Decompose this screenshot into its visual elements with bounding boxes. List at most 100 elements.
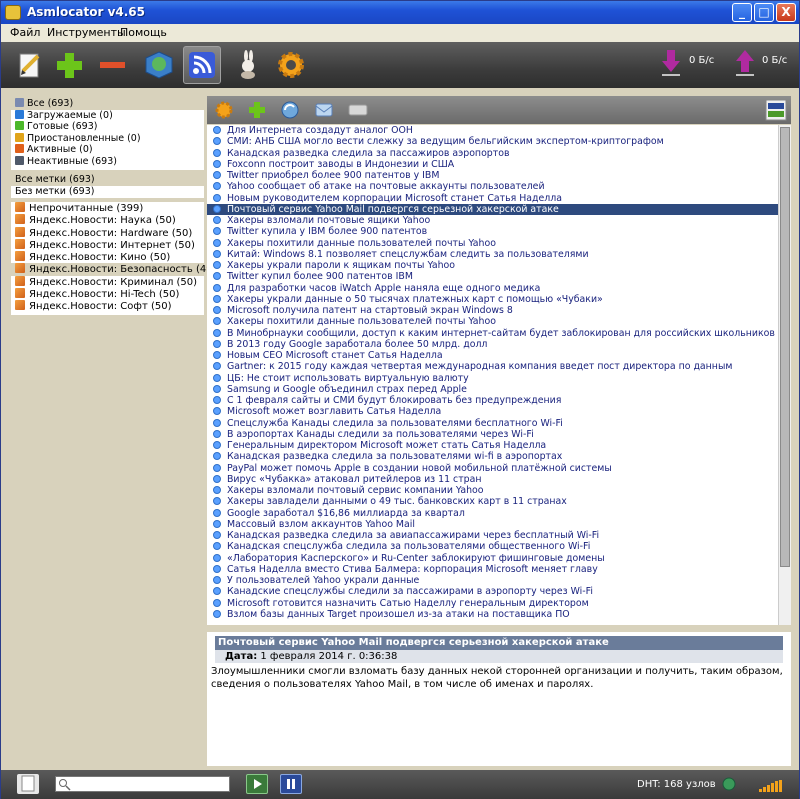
rss-button[interactable] bbox=[183, 46, 221, 84]
feed-bullet-icon bbox=[213, 497, 221, 506]
news-item[interactable]: Twitter купила у IBM более 900 патентов bbox=[207, 226, 791, 237]
update-button[interactable] bbox=[277, 99, 303, 121]
news-item[interactable]: В 2013 году Google заработала более 50 м… bbox=[207, 339, 791, 350]
news-item[interactable]: Хакеры похитили данные пользователей поч… bbox=[207, 316, 791, 327]
feed-item[interactable]: Яндекс.Новости: Софт (50) bbox=[11, 300, 204, 312]
menu-help[interactable]: Помощь bbox=[120, 26, 167, 39]
news-item[interactable]: Сатья Наделла вместо Стива Балмера: корп… bbox=[207, 564, 791, 575]
news-item-title: Для Интернета создадут аналог ООН bbox=[227, 125, 413, 136]
news-item[interactable]: Канадская разведка следила за пользовате… bbox=[207, 451, 791, 462]
news-item[interactable]: Генеральным директором Microsoft может с… bbox=[207, 440, 791, 451]
feed-item[interactable]: Яндекс.Новости: Кино (50) bbox=[11, 251, 204, 263]
refresh-feed-button[interactable] bbox=[211, 99, 237, 121]
feed-item[interactable]: Яндекс.Новости: Криминал (50) bbox=[11, 275, 204, 288]
news-item[interactable]: Microsoft может возглавить Сатья Наделла bbox=[207, 406, 791, 417]
mark-read-button[interactable] bbox=[311, 99, 337, 121]
settings-button[interactable] bbox=[272, 46, 310, 84]
tag-none[interactable]: Без метки (693) bbox=[11, 186, 204, 198]
news-item[interactable]: Спецслужба Канады следила за пользовател… bbox=[207, 418, 791, 429]
news-item[interactable]: Microsoft получила патент на стартовый э… bbox=[207, 305, 791, 316]
news-item[interactable]: Хакеры взломали почтовые ящики Yahoo bbox=[207, 215, 791, 226]
article-preview: Почтовый сервис Yahoo Mail подвергся сер… bbox=[207, 632, 791, 766]
filter-all[interactable]: Все (693) bbox=[11, 98, 204, 110]
play-button[interactable] bbox=[246, 774, 268, 794]
feed-bullet-icon bbox=[213, 418, 221, 427]
news-item[interactable]: С 1 февраля сайты и СМИ будут блокироват… bbox=[207, 395, 791, 406]
news-item[interactable]: Twitter купил более 900 патентов IBM bbox=[207, 271, 791, 282]
scrollbar-thumb[interactable] bbox=[780, 127, 790, 567]
add-feed-button[interactable] bbox=[244, 99, 270, 121]
news-item[interactable]: Microsoft готовится назначить Сатью Наде… bbox=[207, 598, 791, 609]
news-item[interactable]: Yahoo сообщает об атаке на почтовые акка… bbox=[207, 181, 791, 192]
news-item[interactable]: Хакеры похитили данные пользователей поч… bbox=[207, 238, 791, 249]
menu-file[interactable]: Файл bbox=[10, 26, 40, 39]
filter-inactive[interactable]: Неактивные (693) bbox=[11, 155, 204, 168]
feed-item[interactable]: Яндекс.Новости: Интернет (50) bbox=[11, 238, 204, 251]
news-item[interactable]: ЦБ: Не стоит использовать виртуальную ва… bbox=[207, 373, 791, 384]
news-item[interactable]: Массовый взлом аккаунтов Yahoo Mail bbox=[207, 519, 791, 530]
news-item[interactable]: У пользователей Yahoo украли данные bbox=[207, 575, 791, 586]
filter-ready[interactable]: Готовые (693) bbox=[11, 121, 204, 133]
feed-bullet-icon bbox=[213, 452, 221, 461]
feed-unread[interactable]: Непрочитанные (399) bbox=[11, 202, 204, 214]
title-bar[interactable]: Asmlocator v4.65 _ □ X bbox=[1, 1, 799, 24]
filter-active[interactable]: Активные (0) bbox=[11, 144, 204, 156]
news-item[interactable]: В аэропортах Канады следили за пользоват… bbox=[207, 429, 791, 440]
news-item[interactable]: Хакеры взломали почтовый сервис компании… bbox=[207, 485, 791, 496]
news-item[interactable]: Вирус «Чубакка» атаковал ритейлеров из 1… bbox=[207, 474, 791, 485]
feed-item[interactable]: Яндекс.Новости: Hardware (50) bbox=[11, 226, 204, 239]
feed-item[interactable]: Яндекс.Новости: Hi-Tech (50) bbox=[11, 288, 204, 300]
blank-button[interactable] bbox=[345, 99, 371, 121]
rss-now-button[interactable] bbox=[763, 99, 789, 121]
news-item[interactable]: Gartner: к 2015 году каждая четвертая ме… bbox=[207, 361, 791, 372]
filter-paused[interactable]: Приостановленные (0) bbox=[11, 132, 204, 145]
news-list-scrollbar[interactable] bbox=[778, 125, 791, 625]
app-window: Asmlocator v4.65 _ □ X Файл Инструменты … bbox=[0, 0, 800, 799]
feed-item-selected[interactable]: Яндекс.Новости: Безопасность (49) bbox=[11, 263, 216, 276]
play-icon bbox=[254, 779, 262, 789]
feed-bullet-icon bbox=[213, 396, 221, 404]
minimize-button[interactable]: _ bbox=[732, 3, 752, 22]
news-item[interactable]: Для Интернета создадут аналог ООН bbox=[207, 125, 791, 136]
news-item[interactable]: Google заработал $16,86 миллиарда за ква… bbox=[207, 508, 791, 519]
news-item[interactable]: Новым CEO Microsoft станет Сатья Наделла bbox=[207, 350, 791, 361]
pause-button[interactable] bbox=[280, 774, 302, 794]
news-item[interactable]: Канадская разведка следила за пассажиров… bbox=[207, 148, 791, 159]
article-title[interactable]: Почтовый сервис Yahoo Mail подвергся сер… bbox=[215, 636, 783, 650]
news-item[interactable]: «Лаборатория Касперского» и Ru-Center за… bbox=[207, 553, 791, 564]
news-item[interactable]: Китай: Windows 8.1 позволяет спецслужбам… bbox=[207, 249, 791, 260]
maximize-button[interactable]: □ bbox=[754, 3, 774, 22]
news-item[interactable]: Хакеры завладели данными о 49 тыс. банко… bbox=[207, 496, 791, 507]
feed-item[interactable]: Яндекс.Новости: Наука (50) bbox=[11, 214, 204, 226]
feed-bullet-icon bbox=[213, 283, 221, 292]
mascot-button[interactable] bbox=[229, 46, 267, 84]
add-button[interactable] bbox=[50, 46, 88, 84]
edit-button[interactable] bbox=[10, 46, 48, 84]
news-item[interactable]: Samsung и Google объединил страх перед A… bbox=[207, 384, 791, 395]
news-item[interactable]: Foxconn построит заводы в Индонезии и СШ… bbox=[207, 159, 791, 170]
filter-downloading[interactable]: Загружаемые (0) bbox=[11, 109, 204, 122]
news-item[interactable]: Канадская спецслужба следила за пользова… bbox=[207, 541, 791, 552]
news-item[interactable]: Хакеры украли пароли к ящикам почты Yaho… bbox=[207, 260, 791, 271]
minus-icon bbox=[100, 62, 125, 68]
news-item[interactable]: Хакеры украли данные о 50 тысячах платеж… bbox=[207, 294, 791, 305]
news-item[interactable]: Twitter приобрел более 900 патентов у IB… bbox=[207, 170, 791, 181]
news-item-title: ЦБ: Не стоит использовать виртуальную ва… bbox=[227, 372, 469, 384]
news-item-title: Хакеры украли данные о 50 тысячах платеж… bbox=[227, 293, 603, 305]
news-item[interactable]: СМИ: АНБ США могло вести слежку за ведущ… bbox=[207, 136, 791, 147]
remove-button[interactable] bbox=[93, 46, 131, 84]
news-item[interactable]: Для разработки часов iWatch Apple наняла… bbox=[207, 283, 791, 294]
news-item[interactable]: В Минобрнауки сообщили, доступ к каким и… bbox=[207, 328, 791, 339]
close-button[interactable]: X bbox=[776, 3, 796, 22]
tag-all[interactable]: Все метки (693) bbox=[11, 174, 204, 186]
news-item[interactable]: Канадская разведка следила за авиапассаж… bbox=[207, 530, 791, 541]
log-button[interactable] bbox=[17, 774, 39, 794]
news-item[interactable]: Канадские спецслужбы следили за пассажир… bbox=[207, 586, 791, 597]
news-item[interactable]: Новым руководителем корпорации Microsoft… bbox=[207, 193, 791, 204]
news-item[interactable]: PayPal может помочь Apple в создании нов… bbox=[207, 463, 791, 474]
search-input[interactable] bbox=[55, 776, 230, 792]
news-item[interactable]: Взлом базы данных Target произошел из-за… bbox=[207, 609, 791, 620]
network-button[interactable] bbox=[140, 46, 178, 84]
menu-tools[interactable]: Инструменты bbox=[47, 26, 126, 39]
news-item-selected[interactable]: Почтовый сервис Yahoo Mail подвергся сер… bbox=[207, 203, 791, 215]
